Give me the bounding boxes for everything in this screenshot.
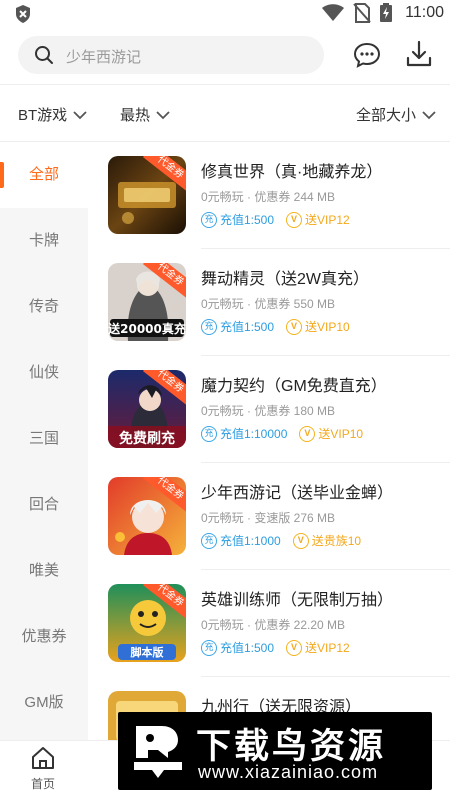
nav-home[interactable]: 首页: [8, 745, 78, 792]
shield-notification-icon: [16, 5, 30, 23]
filter-game-type-label: BT游戏: [18, 107, 68, 124]
message-icon[interactable]: [352, 40, 382, 70]
watermark-url: www.xiazainiao.com: [198, 762, 379, 782]
chevron-down-icon: [156, 110, 170, 119]
gift-text: 送VIP12: [305, 213, 350, 227]
game-name: 修真世界（真·地藏养龙）: [201, 164, 383, 181]
divider: [0, 84, 450, 85]
status-bar: 11:00: [0, 0, 450, 26]
search-row: 少年西游记: [0, 30, 450, 80]
game-tags: 充充值1:1000 V 送贵族10: [201, 532, 361, 549]
filter-game-type[interactable]: BT游戏: [18, 104, 87, 125]
game-cover-image: 免费刷充 代金券: [108, 370, 186, 448]
watermark-banner: 下载鸟资源 www.xiazainiao.com: [118, 712, 432, 790]
sidebar-item-coupon[interactable]: 优惠券: [0, 604, 88, 670]
sidebar-item-legend[interactable]: 传奇: [0, 274, 88, 340]
gift-tag: V 送VIP12: [286, 211, 350, 228]
download-icon[interactable]: [404, 39, 434, 69]
gift-text: 送贵族10: [311, 534, 362, 548]
chevron-down-icon: [73, 110, 87, 119]
chevron-down-icon: [422, 110, 436, 119]
gift-tag: V 送贵族10: [292, 532, 362, 549]
game-list-item[interactable]: 代金券 少年西游记（送毕业金蝉） 0元畅玩 · 变速版 276 MB 充充值1:…: [108, 463, 450, 570]
recharge-tag: 充充值1:10000: [201, 425, 287, 442]
wifi-icon: [322, 4, 345, 21]
game-tags: 充充值1:500 V 送VIP12: [201, 639, 350, 656]
recharge-icon: 充: [201, 532, 217, 549]
recharge-tag: 充充值1:500: [201, 318, 274, 335]
game-name: 少年西游记（送毕业金蝉）: [201, 485, 394, 502]
category-sidebar: 全部 卡牌 传奇 仙侠 三国 回合 唯美 优惠券 GM版: [0, 142, 88, 740]
vip-icon: V: [299, 425, 316, 442]
sidebar-item-beautiful[interactable]: 唯美: [0, 538, 88, 604]
game-meta: 0元畅玩 · 变速版 276 MB: [201, 511, 336, 525]
search-input[interactable]: 少年西游记: [18, 36, 324, 74]
recharge-icon: 充: [201, 211, 217, 228]
search-icon: [35, 46, 53, 64]
vip-icon: V: [286, 639, 303, 656]
game-tags: 充充值1:500 V 送VIP10: [201, 318, 350, 335]
vip-icon: V: [292, 532, 309, 549]
gift-text: 送VIP10: [305, 320, 350, 334]
recharge-tag: 充充值1:1000: [201, 532, 281, 549]
recharge-tag: 充充值1:500: [201, 211, 274, 228]
sidebar-item-three-kingdoms[interactable]: 三国: [0, 406, 88, 472]
game-cover-image: 脚本版 代金券: [108, 584, 186, 662]
sidebar-item-cards[interactable]: 卡牌: [0, 208, 88, 274]
vip-icon: V: [286, 211, 303, 228]
game-name: 魔力契约（GM免费直充）: [201, 378, 387, 395]
game-meta: 0元畅玩 · 优惠券 180 MB: [201, 404, 336, 418]
game-cover-image: 代金券: [108, 156, 186, 234]
recharge-rate: 充值1:10000: [220, 427, 288, 441]
recharge-rate: 充值1:500: [220, 320, 275, 334]
game-meta: 0元畅玩 · 优惠券 22.20 MB: [201, 618, 346, 632]
search-placeholder: 少年西游记: [66, 49, 142, 66]
recharge-rate: 充值1:500: [220, 641, 275, 655]
filter-sort-label: 最热: [120, 107, 151, 124]
nav-home-label: 首页: [30, 777, 55, 791]
gift-tag: V 送VIP10: [286, 318, 350, 335]
game-cover-image: 代金券: [108, 477, 186, 555]
game-tags: 充充值1:10000 V 送VIP10: [201, 425, 363, 442]
filter-size[interactable]: 全部大小: [356, 104, 436, 125]
recharge-rate: 充值1:500: [220, 213, 275, 227]
game-name: 舞动精灵（送2W真充）: [201, 271, 370, 288]
filter-size-label: 全部大小: [356, 107, 417, 124]
recharge-tag: 充充值1:500: [201, 639, 274, 656]
battery-charging-icon: [380, 3, 393, 22]
recharge-icon: 充: [201, 318, 217, 335]
gift-text: 送VIP12: [305, 641, 350, 655]
game-meta: 0元畅玩 · 优惠券 244 MB: [201, 190, 336, 204]
game-name: 英雄训练师（无限制万抽）: [201, 592, 394, 609]
game-meta: 0元畅玩 · 优惠券 550 MB: [201, 297, 336, 311]
gift-tag: V 送VIP10: [299, 425, 363, 442]
sidebar-item-xianxia[interactable]: 仙侠: [0, 340, 88, 406]
game-list-item[interactable]: 免费刷充 代金券 魔力契约（GM免费直充） 0元畅玩 · 优惠券 180 MB …: [108, 356, 450, 463]
sidebar-item-turn-based[interactable]: 回合: [0, 472, 88, 538]
sidebar-item-all[interactable]: 全部: [0, 142, 88, 208]
game-list-item[interactable]: 送20000真充 代金券 舞动精灵（送2W真充） 0元畅玩 · 优惠券 550 …: [108, 249, 450, 356]
gift-tag: V 送VIP12: [286, 639, 350, 656]
vip-icon: V: [286, 318, 303, 335]
game-list-item[interactable]: 脚本版 代金券 英雄训练师（无限制万抽） 0元畅玩 · 优惠券 22.20 MB…: [108, 570, 450, 677]
filter-sort[interactable]: 最热: [120, 104, 170, 125]
game-tags: 充充值1:500 V 送VIP12: [201, 211, 350, 228]
no-sim-icon: [353, 3, 371, 23]
status-time: 11:00: [405, 4, 444, 21]
home-icon: [32, 747, 54, 769]
gift-text: 送VIP10: [318, 427, 364, 441]
recharge-rate: 充值1:1000: [220, 534, 281, 548]
game-list-item[interactable]: 代金券 修真世界（真·地藏养龙） 0元畅玩 · 优惠券 244 MB 充充值1:…: [108, 142, 450, 249]
cover-promo-text: 送20000真充: [108, 321, 186, 336]
recharge-icon: 充: [201, 639, 217, 656]
cover-promo-text: 脚本版: [131, 645, 164, 659]
filter-row: BT游戏 最热 全部大小: [0, 94, 450, 134]
bird-logo-icon: [134, 726, 182, 778]
cover-promo-text: 免费刷充: [119, 430, 175, 447]
game-cover-image: 送20000真充 代金券: [108, 263, 186, 341]
sidebar-item-gm[interactable]: GM版: [0, 670, 88, 736]
recharge-icon: 充: [201, 425, 217, 442]
